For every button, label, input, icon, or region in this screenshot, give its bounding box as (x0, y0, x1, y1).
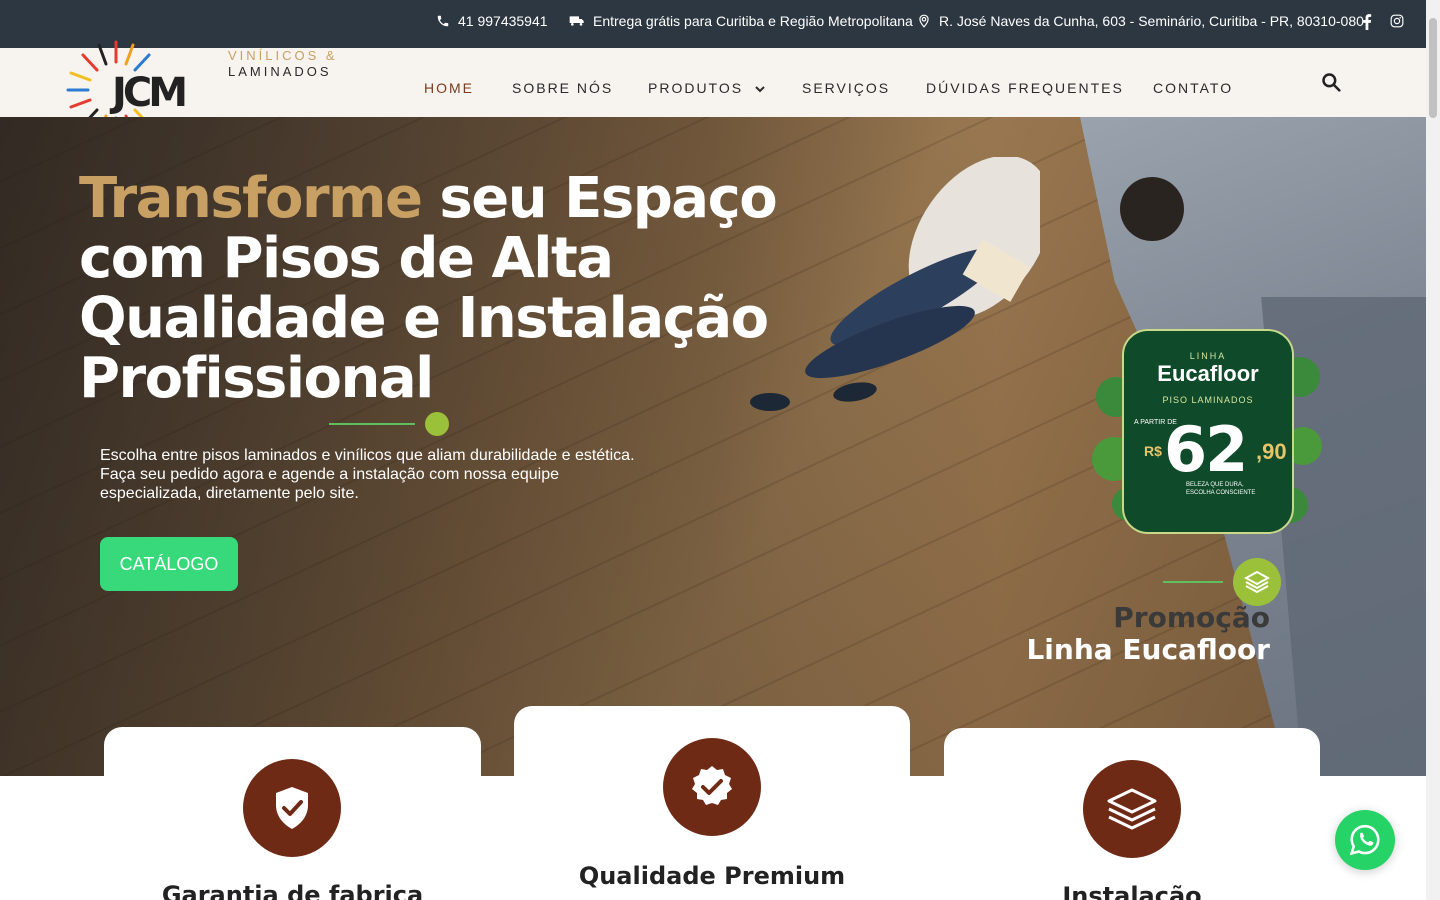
shield-check-icon (276, 787, 308, 829)
divider-line (329, 423, 415, 425)
feature-title: Garantia de fabrica (161, 881, 424, 900)
address-text: R. José Naves da Cunha, 603 - Seminário,… (939, 13, 1364, 29)
badge-line-label: LINHA (1189, 351, 1227, 361)
badge-slogan: BELEZA QUE DURA, ESCOLHA CONSCIENTE (1186, 481, 1255, 497)
hero-title-part-1: seu Espaço (421, 166, 777, 231)
hero-title: Transforme seu Espaço com Pisos de Alta … (79, 169, 799, 409)
whatsapp-icon (1349, 824, 1380, 856)
phone-info[interactable]: 41 997435941 (436, 13, 548, 29)
feature-card-quality: Qualidade Premium (514, 706, 910, 900)
divider-dot (425, 412, 449, 436)
layers-icon (1244, 570, 1270, 594)
nav-products-label: PRODUTOS (648, 80, 744, 96)
catalog-button[interactable]: CATÁLOGO (100, 537, 238, 591)
badge-slogan-1: BELEZA QUE DURA, (1186, 482, 1244, 488)
facebook-icon[interactable] (1362, 14, 1372, 30)
badge-price: 62 (1164, 413, 1248, 486)
nav-contact[interactable]: CONTATO (1153, 80, 1233, 96)
badge-currency: R$ (1144, 443, 1162, 459)
feature-icon-circle (663, 738, 761, 836)
feature-icon-circle (1083, 760, 1181, 858)
badge-slogan-2: ESCOLHA CONSCIENTE (1186, 490, 1256, 496)
nav-home[interactable]: HOME (424, 80, 474, 96)
layers-icon (1107, 788, 1157, 830)
location-pin-icon (919, 14, 929, 28)
promo-layers-badge (1233, 558, 1281, 606)
promo-title-2[interactable]: Linha Eucafloor (980, 633, 1270, 666)
delivery-text: Entrega grátis para Curitiba e Região Me… (593, 13, 913, 29)
nav-services[interactable]: SERVIÇOS (802, 80, 890, 96)
scrollbar[interactable] (1426, 0, 1440, 900)
phone-number: 41 997435941 (458, 13, 548, 29)
instagram-icon[interactable] (1390, 14, 1404, 28)
badge-check-icon (692, 766, 732, 805)
hero-section: Transforme seu Espaço com Pisos de Alta … (0, 117, 1426, 776)
badge-category: PISO LAMINADOS (1162, 395, 1254, 405)
search-icon[interactable] (1321, 72, 1341, 92)
hero-divider (329, 412, 449, 436)
main-header: JCM VINÍLICOS & LAMINADOS HOME SOBRE NÓS… (0, 40, 1426, 140)
delivery-info: Entrega grátis para Curitiba e Região Me… (569, 13, 913, 29)
truck-icon (569, 16, 584, 26)
feature-icon-circle (243, 759, 341, 857)
nav-faq[interactable]: DÚVIDAS FREQUENTES (926, 80, 1124, 96)
promo-divider-line (1163, 581, 1223, 583)
phone-icon (437, 15, 449, 27)
badge-body: LINHA Eucafloor PISO LAMINADOS A PARTIR … (1122, 329, 1294, 534)
whatsapp-button[interactable] (1335, 810, 1395, 870)
feature-title: Instalação (1062, 882, 1202, 900)
nav-about[interactable]: SOBRE NÓS (512, 80, 613, 96)
feature-card-installation: Instalação (944, 728, 1320, 900)
badge-cents: ,90 (1256, 439, 1287, 464)
scrollbar-thumb[interactable] (1429, 18, 1437, 118)
eucafloor-promo-badge[interactable]: LINHA Eucafloor PISO LAMINADOS A PARTIR … (1092, 317, 1322, 542)
hero-title-highlight: Transforme (79, 166, 423, 231)
social-links (1362, 14, 1404, 30)
feature-title: Qualidade Premium (578, 862, 846, 890)
badge-brand: Eucafloor (1157, 361, 1259, 386)
hero-title-line-4: Profissional (79, 346, 434, 411)
feature-card-warranty: Garantia de fabrica (104, 727, 481, 900)
hero-description: Escolha entre pisos laminados e vinílico… (100, 447, 635, 502)
hero-title-line-3: Qualidade e Instalação (79, 286, 769, 351)
nav-products[interactable]: PRODUTOS (648, 80, 765, 96)
chevron-down-icon (755, 86, 765, 93)
logo-line-1: VINÍLICOS & (228, 48, 338, 63)
hero-title-line-2: com Pisos de Alta (79, 226, 614, 291)
promo-title-1[interactable]: Promoção (1040, 601, 1270, 634)
logo-line-2: LAMINADOS (228, 64, 332, 79)
address-info[interactable]: R. José Naves da Cunha, 603 - Seminário,… (917, 13, 1364, 29)
woman-hair (1120, 177, 1184, 241)
logo-mark: JCM (112, 70, 188, 116)
